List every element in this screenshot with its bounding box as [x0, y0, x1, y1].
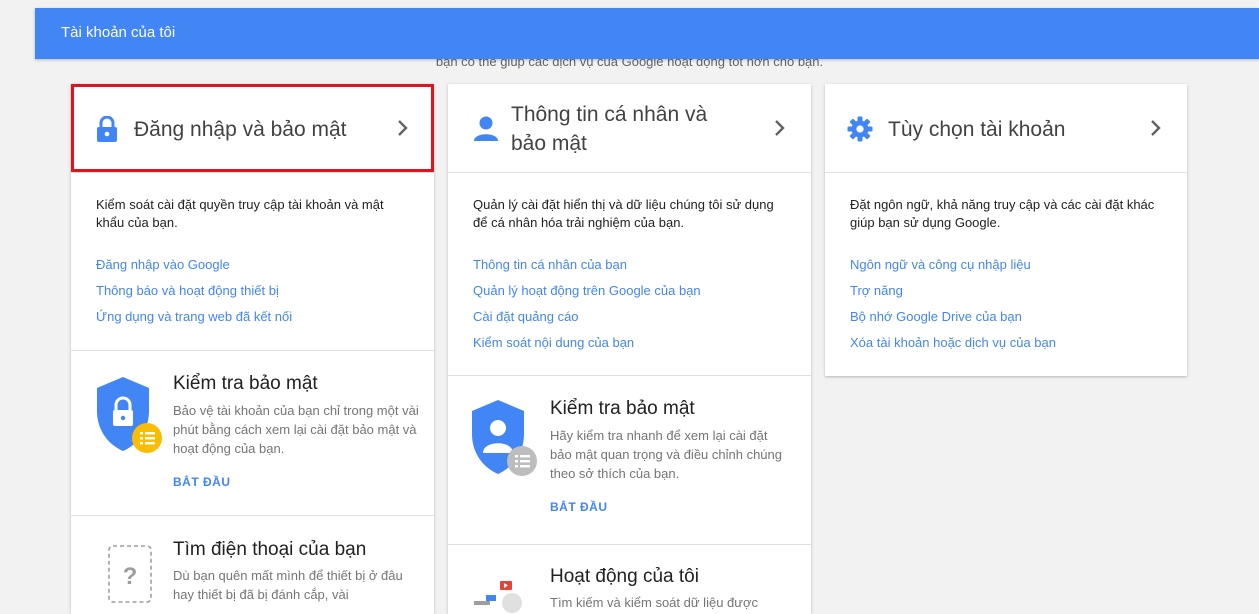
start-button[interactable]: BẮT ĐẦU — [173, 475, 231, 489]
card-description: Kiểm soát cài đặt quyền truy cập tài kho… — [96, 197, 384, 230]
card-title: Tùy chọn tài khoản — [888, 118, 1066, 141]
privacy-checkup-section: Kiểm tra bảo mật Hãy kiểm tra nhanh để x… — [448, 375, 811, 545]
my-activity-section: Hoạt động của tôi Tìm kiếm và kiểm soát … — [448, 544, 811, 614]
card-description: Đặt ngôn ngữ, khả năng truy cập và các c… — [850, 197, 1155, 230]
link-content-control[interactable]: Kiểm soát nội dung của bạn — [473, 334, 701, 360]
start-button[interactable]: BẮT ĐẦU — [550, 500, 608, 514]
gear-icon — [847, 116, 873, 142]
section-description: Tìm kiếm và kiểm soát dữ liệu được — [550, 595, 758, 610]
card-description: Quản lý cài đặt hiển thị và dữ liệu chún… — [473, 197, 774, 230]
shield-person-icon — [472, 400, 537, 476]
section-title: Hoạt động của tôi — [550, 566, 699, 587]
phone-question-icon: ? — [108, 545, 152, 603]
section-description: Hãy kiểm tra nhanh để xem lại cài đặt bả… — [550, 428, 783, 481]
section-description: Dù bạn quên mất mình để thiết bị ở đâu h… — [173, 568, 403, 602]
link-device-activity[interactable]: Thông báo và hoạt động thiết bị — [96, 282, 292, 308]
card-signin-security: Đăng nhập và bảo mật Kiểm soát cài đặt q… — [71, 84, 434, 614]
app-header: Tài khoản của tôi — [35, 8, 1259, 59]
section-title: Kiểm tra bảo mật — [173, 373, 318, 394]
card-header-personal-info[interactable]: Thông tin cá nhân và bảo mật — [448, 84, 811, 173]
shield-lock-icon — [97, 377, 162, 453]
link-personal-info[interactable]: Thông tin cá nhân của bạn — [473, 256, 701, 282]
link-accessibility[interactable]: Trợ năng — [850, 282, 1056, 308]
person-icon — [474, 116, 498, 141]
card-title-line1: Thông tin cá nhân và — [511, 103, 708, 126]
card-links: Thông tin cá nhân của bạn Quản lý hoạt đ… — [473, 256, 701, 360]
link-drive-storage[interactable]: Bộ nhớ Google Drive của bạn — [850, 308, 1056, 334]
find-phone-section: ? Tìm điện thoại của bạn Dù bạn quên mất… — [71, 515, 434, 614]
card-title: Đăng nhập và bảo mật — [134, 118, 347, 141]
security-checkup-section: Kiểm tra bảo mật Bảo vệ tài khoản của bạ… — [71, 350, 434, 516]
link-connected-apps[interactable]: Ứng dụng và trang web đã kết nối — [96, 308, 292, 334]
section-description: Bảo vệ tài khoản của bạn chỉ trong một v… — [173, 403, 419, 456]
card-links: Đăng nhập vào Google Thông báo và hoạt đ… — [96, 256, 292, 334]
link-language-input[interactable]: Ngôn ngữ và công cụ nhập liệu — [850, 256, 1056, 282]
section-title: Tìm điện thoại của bạn — [173, 539, 367, 560]
card-personal-info: Thông tin cá nhân và bảo mật Quản lý cài… — [448, 84, 811, 614]
card-header-signin-security[interactable]: Đăng nhập và bảo mật — [71, 84, 434, 173]
app-title: Tài khoản của tôi — [61, 24, 176, 41]
link-activity-controls[interactable]: Quản lý hoạt động trên Google của bạn — [473, 282, 701, 308]
svg-text:?: ? — [123, 563, 138, 590]
card-header-account-preferences[interactable]: Tùy chọn tài khoản — [825, 84, 1187, 173]
link-delete-account[interactable]: Xóa tài khoản hoặc dịch vụ của bạn — [850, 334, 1056, 360]
section-title: Kiểm tra bảo mật — [550, 398, 695, 419]
card-title-line2: bảo mật — [511, 132, 587, 155]
link-signin-google[interactable]: Đăng nhập vào Google — [96, 256, 292, 282]
card-links: Ngôn ngữ và công cụ nhập liệu Trợ năng B… — [850, 256, 1056, 360]
chevron-right-icon — [398, 120, 408, 136]
link-ad-settings[interactable]: Cài đặt quảng cáo — [473, 308, 701, 334]
card-account-preferences: Tùy chọn tài khoản Đặt ngôn ngữ, khả năn… — [825, 84, 1187, 376]
lock-icon — [97, 116, 117, 142]
chevron-right-icon — [1151, 120, 1161, 136]
activity-icon — [474, 581, 522, 613]
chevron-right-icon — [775, 120, 785, 136]
